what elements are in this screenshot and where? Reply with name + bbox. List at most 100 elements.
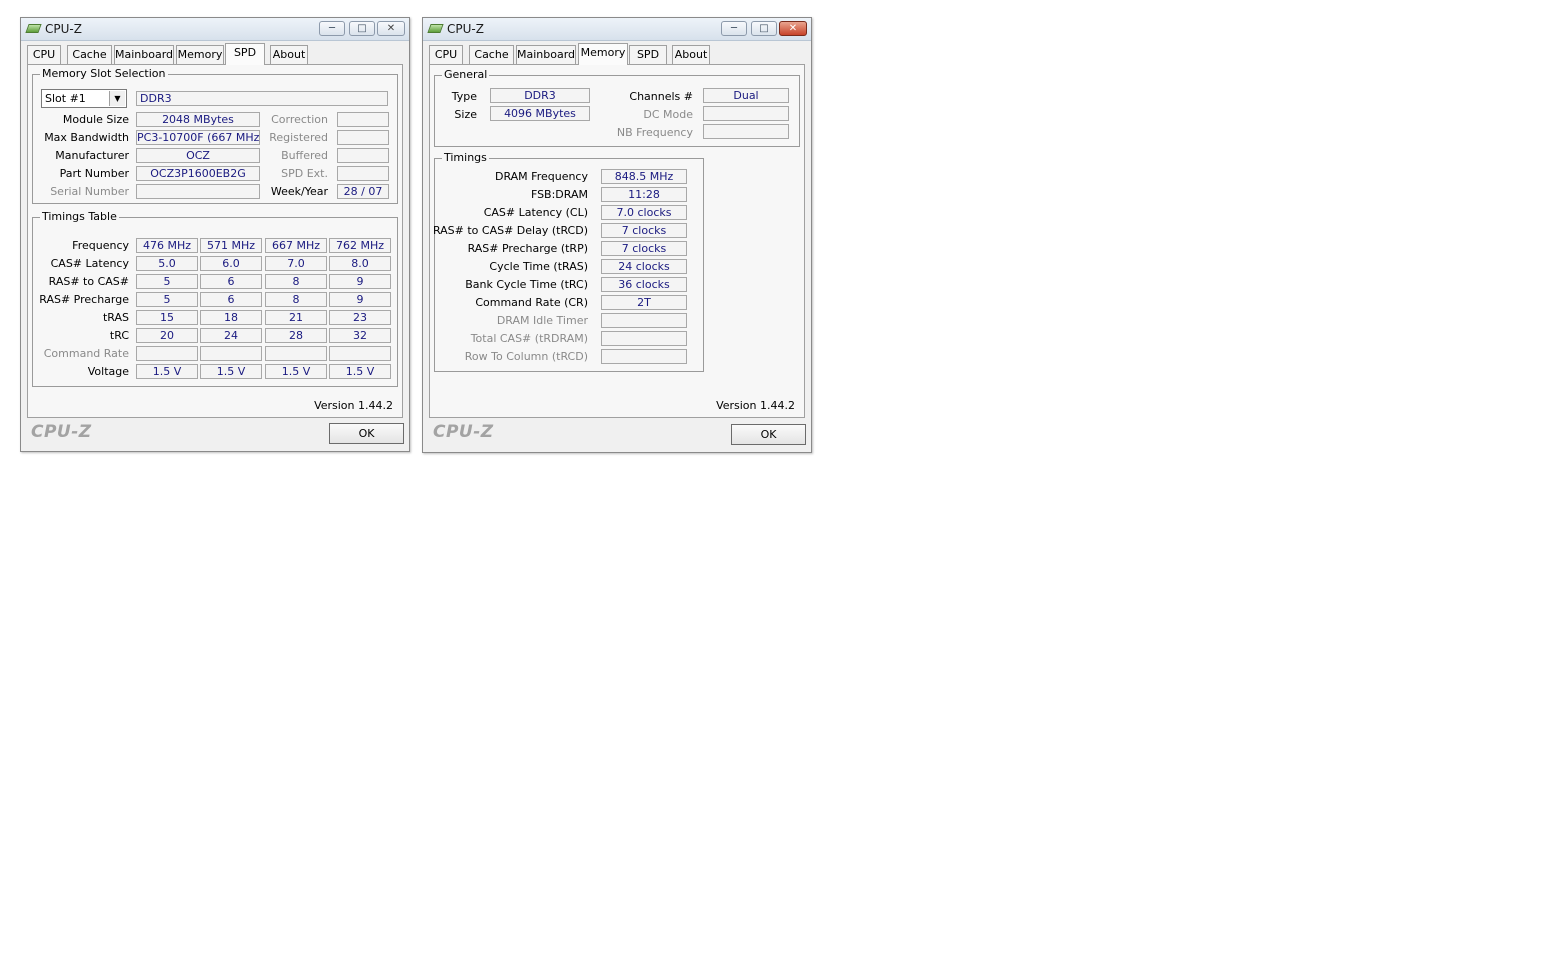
buffered-field <box>337 148 389 163</box>
field-label: DC Mode <box>643 108 693 121</box>
cpuz-window-spd: CPU-Z ─ □ ✕ CPU Cache Mainboard Memory S… <box>20 17 410 452</box>
timing-value <box>601 349 687 364</box>
timings-row-label: tRAS <box>102 311 129 324</box>
timings-cell: 24 <box>200 328 262 343</box>
timings-cell: 476 MHz <box>136 238 198 253</box>
timings-cell: 9 <box>329 292 391 307</box>
field-label: Module Size <box>62 113 129 126</box>
timing-label: Row To Column (tRCD) <box>464 350 588 363</box>
group-title: Memory Slot Selection <box>40 67 168 80</box>
ok-button[interactable]: OK <box>731 424 806 445</box>
timings-cell <box>200 346 262 361</box>
timings-cell <box>136 346 198 361</box>
tab-about[interactable]: About <box>270 45 308 64</box>
cpuz-logo: CPU-Z <box>31 422 92 442</box>
timing-label: RAS# Precharge (tRP) <box>467 242 588 255</box>
tab-cache[interactable]: Cache <box>67 45 112 64</box>
tab-cpu[interactable]: CPU <box>27 45 61 64</box>
general-group: General Type DDR3 Size 4096 MBytes Chann… <box>434 68 800 147</box>
timings-cell: 667 MHz <box>265 238 327 253</box>
minimize-button[interactable]: ─ <box>319 21 345 36</box>
timings-cell: 1.5 V <box>136 364 198 379</box>
timing-label: CAS# Latency (CL) <box>483 206 588 219</box>
week-year-field: 28 / 07 <box>337 184 389 199</box>
timings-cell: 5.0 <box>136 256 198 271</box>
field-label: Max Bandwidth <box>44 131 129 144</box>
tab-spd[interactable]: SPD <box>225 43 265 65</box>
manufacturer-field: OCZ <box>136 148 260 163</box>
timings-cell: 571 MHz <box>200 238 262 253</box>
close-button[interactable]: ✕ <box>377 21 405 36</box>
timings-cell: 762 MHz <box>329 238 391 253</box>
tab-memory[interactable]: Memory <box>176 45 224 64</box>
timings-cell: 8 <box>265 274 327 289</box>
ok-button[interactable]: OK <box>329 423 404 444</box>
timing-label: RAS# to CAS# Delay (tRCD) <box>432 224 588 237</box>
tab-about[interactable]: About <box>672 45 710 64</box>
slot-select[interactable]: Slot #1 ▼ <box>41 89 127 108</box>
timings-cell: 18 <box>200 310 262 325</box>
maximize-button[interactable]: □ <box>349 21 375 36</box>
timings-row-label: RAS# Precharge <box>39 293 129 306</box>
module-size-field: 2048 MBytes <box>136 112 260 127</box>
field-label: Type <box>451 90 477 103</box>
field-label: Correction <box>271 113 328 126</box>
timing-value: 11:28 <box>601 187 687 202</box>
timings-cell: 1.5 V <box>265 364 327 379</box>
tab-mainboard[interactable]: Mainboard <box>114 45 174 64</box>
field-label: Size <box>454 108 477 121</box>
timing-value: 36 clocks <box>601 277 687 292</box>
field-label: Channels # <box>629 90 693 103</box>
timings-group: Timings DRAM Frequency 848.5 MHz FSB:DRAM 1… <box>432 151 704 372</box>
timings-row-label: Frequency <box>72 239 129 252</box>
version-label: Version 1.44.2 <box>314 399 393 412</box>
timings-row-label: tRC <box>109 329 129 342</box>
timings-cell: 8.0 <box>329 256 391 271</box>
field-label: Week/Year <box>270 185 328 198</box>
timings-cell: 1.5 V <box>329 364 391 379</box>
timings-row-label: CAS# Latency <box>50 257 129 270</box>
tab-cache[interactable]: Cache <box>469 45 514 64</box>
spd-ext-field <box>337 166 389 181</box>
memory-size-field: 4096 MBytes <box>490 106 590 121</box>
registered-field <box>337 130 389 145</box>
version-label: Version 1.44.2 <box>716 399 795 412</box>
timings-cell: 28 <box>265 328 327 343</box>
tab-spd[interactable]: SPD <box>629 45 667 64</box>
timings-cell: 6 <box>200 274 262 289</box>
part-number-field: OCZ3P1600EB2G <box>136 166 260 181</box>
tab-mainboard[interactable]: Mainboard <box>516 45 576 64</box>
maximize-button[interactable]: □ <box>751 21 777 36</box>
memory-type-field: DDR3 <box>490 88 590 103</box>
timing-value: 7 clocks <box>601 241 687 256</box>
slot-select-value: Slot #1 <box>45 92 86 105</box>
field-label: Buffered <box>281 149 328 162</box>
timings-table-group: Timings Table Frequency 476 MHz 571 MHz 667… <box>32 210 398 387</box>
timings-cell: 20 <box>136 328 198 343</box>
memory-slot-selection-group: Memory Slot Selection Slot #1 ▼ DDR3 Mod… <box>32 67 398 204</box>
tab-memory[interactable]: Memory <box>578 43 628 65</box>
timing-value: 848.5 MHz <box>601 169 687 184</box>
timings-cell: 6.0 <box>200 256 262 271</box>
title-bar[interactable]: CPU-Z ─ □ ✕ <box>423 18 811 41</box>
tab-cpu[interactable]: CPU <box>429 45 463 64</box>
spd-panel: Memory Slot Selection Slot #1 ▼ DDR3 Mod… <box>27 64 403 418</box>
window-title: CPU-Z <box>45 22 82 36</box>
close-button[interactable]: ✕ <box>779 21 807 36</box>
minimize-button[interactable]: ─ <box>721 21 747 36</box>
group-title: Timings <box>442 151 489 164</box>
timings-cell: 6 <box>200 292 262 307</box>
timings-cell: 1.5 V <box>200 364 262 379</box>
cpuz-window-memory: CPU-Z ─ □ ✕ CPU Cache Mainboard Memory S… <box>422 17 812 453</box>
timing-label: FSB:DRAM <box>530 188 588 201</box>
chevron-down-icon[interactable]: ▼ <box>109 91 125 106</box>
timing-value <box>601 331 687 346</box>
slot-type-field: DDR3 <box>136 91 388 106</box>
timing-value: 24 clocks <box>601 259 687 274</box>
cpuz-logo: CPU-Z <box>433 422 494 442</box>
timing-value: 2T <box>601 295 687 310</box>
timings-row-label: Command Rate <box>43 347 129 360</box>
field-label: NB Frequency <box>616 126 693 139</box>
memory-panel: General Type DDR3 Size 4096 MBytes Chann… <box>429 64 805 418</box>
title-bar[interactable]: CPU-Z ─ □ ✕ <box>21 18 409 41</box>
